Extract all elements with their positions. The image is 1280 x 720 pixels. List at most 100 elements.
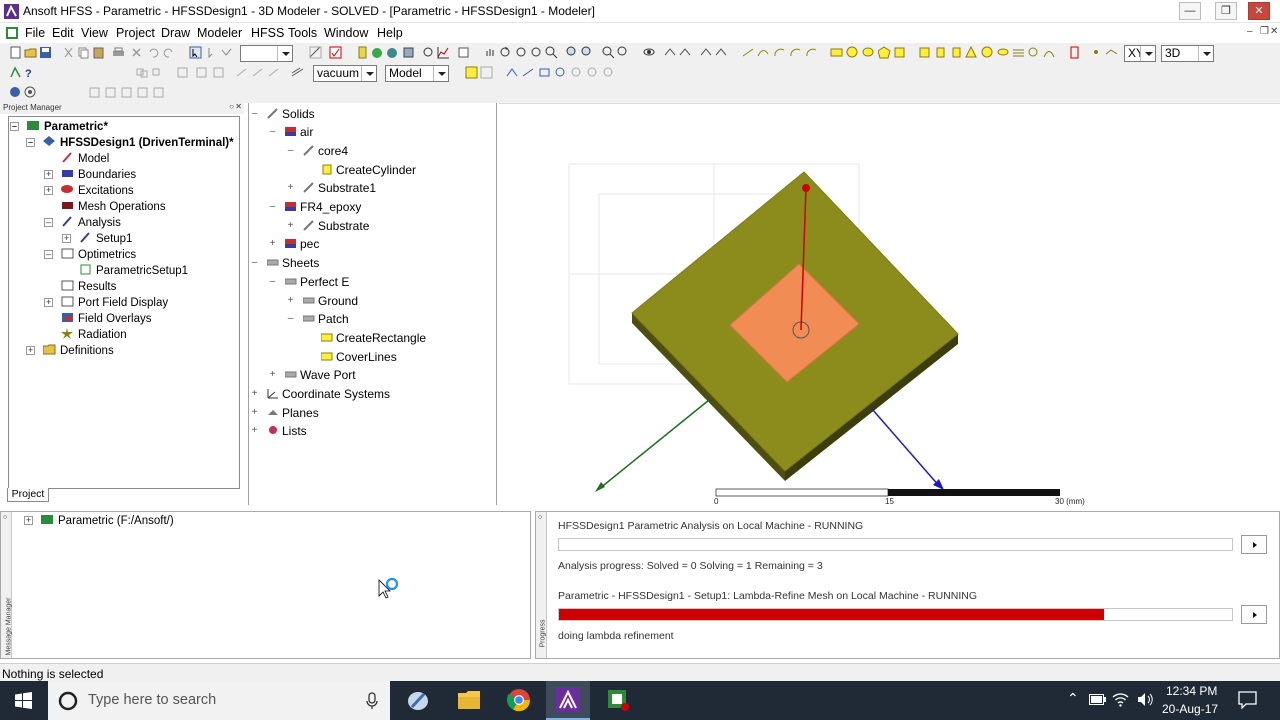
menu-draw[interactable]: Draw xyxy=(161,26,190,40)
3d-viewport[interactable]: 0 15 30 (mm) xyxy=(499,103,1280,506)
render-icon[interactable] xyxy=(700,46,713,59)
global-cs-icon[interactable] xyxy=(136,86,149,99)
model-dropdown[interactable]: Model xyxy=(385,65,449,82)
expand-icon[interactable]: + xyxy=(286,221,295,231)
pin-icon[interactable]: ○ xyxy=(229,102,234,111)
expand-icon[interactable]: + xyxy=(44,186,53,195)
tree-node-field-overlays[interactable]: Field Overlays xyxy=(61,312,152,325)
expand-icon[interactable]: + xyxy=(44,170,53,179)
draw-cone-icon[interactable] xyxy=(965,46,978,59)
select-edge-icon[interactable] xyxy=(220,46,233,59)
collapse-icon[interactable]: – xyxy=(268,277,277,287)
plane-dropdown[interactable]: XY xyxy=(1124,45,1156,62)
collapse-icon[interactable]: – xyxy=(250,258,259,268)
collapse-icon[interactable]: – xyxy=(10,122,19,131)
open-folder-icon[interactable] xyxy=(24,46,37,59)
file-explorer-icon[interactable] xyxy=(457,689,481,711)
analyze-all-icon[interactable] xyxy=(371,46,384,59)
expand-icon[interactable]: + xyxy=(250,408,259,418)
sweep-icon[interactable] xyxy=(235,66,248,79)
new-file-icon[interactable] xyxy=(9,46,22,59)
camtasia-icon[interactable] xyxy=(606,688,630,712)
tree-node-sheets[interactable]: – Sheets xyxy=(252,256,320,270)
collapse-icon[interactable]: – xyxy=(26,138,35,147)
close-button[interactable]: ✕ xyxy=(1248,2,1270,20)
separate-icon[interactable] xyxy=(212,66,225,79)
visibility-icon[interactable] xyxy=(643,46,656,59)
plot-icon[interactable] xyxy=(437,46,450,59)
mdi-minimize-button[interactable]: – xyxy=(1247,26,1253,37)
paint-app-icon[interactable] xyxy=(406,688,431,713)
hfss-icon[interactable] xyxy=(9,66,22,79)
line-style-icon[interactable] xyxy=(291,66,304,79)
snap-vertex-icon[interactable] xyxy=(506,66,519,79)
draw-ellipse-icon[interactable] xyxy=(862,46,875,59)
paste-icon[interactable] xyxy=(92,46,105,59)
draw-helix-icon[interactable] xyxy=(1012,46,1025,59)
tree-node-pec[interactable]: + pec xyxy=(270,237,320,251)
menu-help[interactable]: Help xyxy=(377,26,403,40)
collapse-icon[interactable]: – xyxy=(44,218,53,227)
tree-node-parametric-setup1[interactable]: ParametricSetup1 xyxy=(79,264,188,277)
intersect-icon[interactable] xyxy=(176,66,189,79)
tab-project[interactable]: Project xyxy=(7,488,49,502)
fit-all-icon[interactable] xyxy=(602,46,615,59)
redo-icon[interactable] xyxy=(162,46,175,59)
menu-edit[interactable]: Edit xyxy=(52,26,74,40)
tree-node-port-field-display[interactable]: + Port Field Display xyxy=(44,296,168,309)
tree-node-model[interactable]: Model xyxy=(61,152,109,165)
subtract-icon[interactable] xyxy=(152,66,165,79)
expand-icon[interactable]: + xyxy=(268,370,277,380)
collapse-icon[interactable]: – xyxy=(44,250,53,259)
expand-icon[interactable]: + xyxy=(286,183,295,193)
microphone-icon[interactable] xyxy=(366,692,378,710)
split-icon[interactable] xyxy=(195,66,208,79)
draw-arc-center-icon[interactable] xyxy=(789,46,802,59)
draw-equation-icon[interactable] xyxy=(805,46,818,59)
expand-icon[interactable]: + xyxy=(24,516,33,525)
expand-icon[interactable]: + xyxy=(286,296,295,306)
expand-icon[interactable]: + xyxy=(250,426,259,436)
cut-icon[interactable] xyxy=(62,46,75,59)
draw-spline-icon[interactable] xyxy=(757,46,770,59)
clock-date[interactable]: 20-Aug-17 xyxy=(1162,702,1218,716)
grid-icon[interactable] xyxy=(465,66,478,79)
tree-node-ground[interactable]: + Ground xyxy=(288,294,358,308)
thicken-icon[interactable] xyxy=(251,66,264,79)
save-icon[interactable] xyxy=(39,46,52,59)
orbit-icon[interactable] xyxy=(515,46,528,59)
draw-sphere-icon[interactable] xyxy=(981,46,994,59)
tree-node-boundaries[interactable]: + Boundaries xyxy=(44,168,136,181)
tree-node-patch[interactable]: – Patch xyxy=(288,312,349,326)
draw-regular-polyhedron-icon[interactable] xyxy=(950,46,963,59)
3d-scene[interactable]: 0 15 30 (mm) xyxy=(499,104,1280,506)
snap-midpoint-icon[interactable] xyxy=(602,66,615,79)
expand-icon[interactable]: + xyxy=(250,389,259,399)
measure-icon[interactable] xyxy=(309,46,322,59)
collapse-icon[interactable]: – xyxy=(268,202,277,212)
point-icon[interactable] xyxy=(1090,46,1103,59)
view-mode-dropdown[interactable]: 3D xyxy=(1161,45,1214,62)
tree-node-mesh-operations[interactable]: Mesh Operations xyxy=(61,200,166,213)
tree-node-design[interactable]: – HFSSDesign1 (DrivenTerminal)* xyxy=(26,136,234,149)
tree-node-cover-lines[interactable]: CoverLines xyxy=(321,350,397,364)
undo-icon[interactable] xyxy=(147,46,160,59)
tree-node-analysis[interactable]: – Analysis xyxy=(44,216,121,229)
snap-arc-icon[interactable] xyxy=(586,66,599,79)
pin-icon[interactable]: ○ xyxy=(3,514,7,521)
hide-icon[interactable] xyxy=(679,46,692,59)
select-face-icon[interactable] xyxy=(205,46,218,59)
working-cs-icon[interactable] xyxy=(152,86,165,99)
draw-arc-icon[interactable] xyxy=(773,46,786,59)
draw-rectangle-icon[interactable] xyxy=(830,46,843,59)
tree-node-coordinate-systems[interactable]: + Coordinate Systems xyxy=(252,387,390,401)
menu-modeler[interactable]: Modeler xyxy=(197,26,242,40)
zoom-in-icon[interactable] xyxy=(566,46,579,59)
notifications-icon[interactable] xyxy=(1238,691,1257,709)
snap-grid-icon[interactable] xyxy=(480,66,493,79)
tree-node-fr4-epoxy[interactable]: – FR4_epoxy xyxy=(270,200,362,214)
validate-icon[interactable] xyxy=(329,46,342,59)
tree-node-radiation[interactable]: Radiation xyxy=(61,328,127,341)
delete-icon[interactable] xyxy=(130,46,143,59)
tree-node-solids[interactable]: – Solids xyxy=(252,107,315,121)
